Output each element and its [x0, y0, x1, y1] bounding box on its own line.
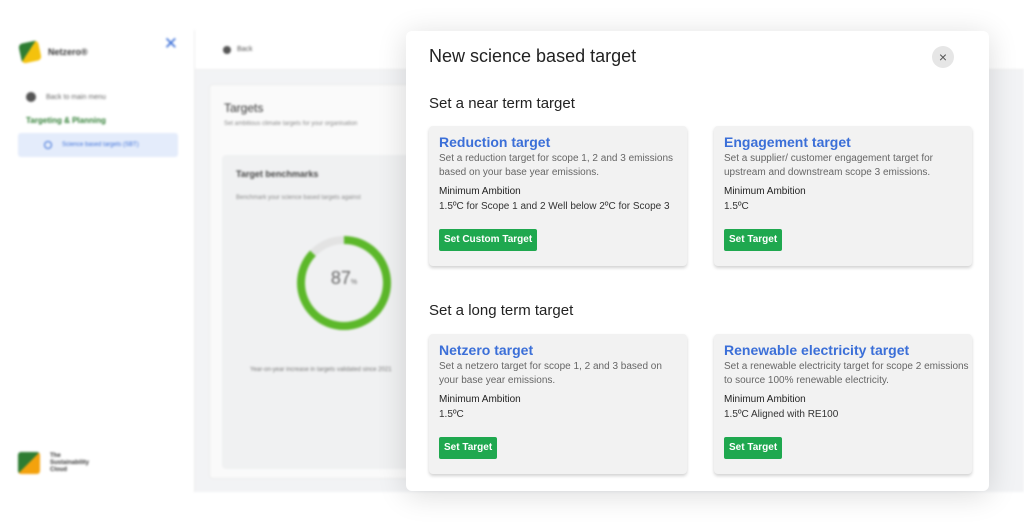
- sidebar-item-sbt[interactable]: Science based targets (SBT): [18, 133, 178, 157]
- reduction-target-description: Set a reduction target for scope 1, 2 an…: [439, 153, 674, 178]
- long-term-heading: Set a long term target: [429, 302, 574, 319]
- renewable-ambition-value: 1.5ºC Aligned with RE100: [724, 409, 839, 420]
- brand-row: Netzero®: [18, 40, 185, 64]
- set-custom-target-button[interactable]: Set Custom Target: [439, 229, 538, 251]
- benchmarks-subtitle: Benchmark your science based targets aga…: [236, 195, 361, 201]
- reduction-target-card: Reduction target Set a reduction target …: [429, 126, 687, 266]
- renewable-electricity-target-card: Renewable electricity target Set a renew…: [714, 334, 972, 474]
- benchmarks-title: Target benchmarks: [236, 169, 319, 179]
- back-to-main-menu[interactable]: Back to main menu: [26, 92, 106, 102]
- close-icon[interactable]: ×: [932, 46, 954, 68]
- sustainability-cloud-logo-icon: [18, 452, 40, 474]
- netzero-target-card: Netzero target Set a netzero target for …: [429, 334, 687, 474]
- renewable-ambition-label: Minimum Ambition: [724, 394, 806, 405]
- engagement-target-title: Engagement target: [724, 134, 851, 150]
- new-sbt-modal: New science based target × Set a near te…: [406, 31, 989, 491]
- engagement-ambition-label: Minimum Ambition: [724, 186, 806, 197]
- engagement-target-card: Engagement target Set a supplier/ custom…: [714, 126, 972, 266]
- back-icon: [26, 92, 36, 102]
- brand-name: Netzero®: [48, 47, 88, 57]
- renewable-target-description: Set a renewable electricity target for s…: [724, 361, 969, 386]
- section-label: Targeting & Planning: [26, 116, 106, 125]
- targets-subtitle: Set ambitious climate targets for your o…: [224, 121, 358, 127]
- set-engagement-target-button[interactable]: Set Target: [724, 229, 783, 251]
- renewable-target-title: Renewable electricity target: [724, 342, 910, 358]
- engagement-target-description: Set a supplier/ customer engagement targ…: [724, 153, 934, 178]
- netzero-target-description: Set a netzero target for scope 1, 2 and …: [439, 361, 662, 386]
- modal-title: New science based target: [429, 46, 637, 66]
- topbar-back-label[interactable]: Back: [237, 46, 253, 53]
- bottom-brand-text: The Sustainability Cloud: [50, 452, 90, 473]
- nav-dot-icon: [44, 141, 52, 149]
- near-term-heading: Set a near term target: [429, 95, 575, 112]
- sidebar-item-label: Science based targets (SBT): [62, 142, 139, 148]
- set-renewable-target-button[interactable]: Set Target: [724, 437, 783, 459]
- reduction-ambition-value: 1.5ºC for Scope 1 and 2 Well below 2ºC f…: [439, 201, 670, 212]
- sidebar-close-icon[interactable]: ✕: [164, 34, 178, 54]
- reduction-target-title: Reduction target: [439, 134, 551, 150]
- engagement-ambition-value: 1.5ºC: [724, 201, 749, 212]
- gauge-value: 87%: [330, 268, 358, 288]
- logo-icon: [18, 40, 42, 64]
- set-netzero-target-button[interactable]: Set Target: [439, 437, 498, 459]
- back-to-main-label: Back to main menu: [46, 93, 106, 101]
- targets-title: Targets: [224, 101, 264, 115]
- benchmarks-footnote: Year-on-year increase in targets validat…: [250, 367, 392, 373]
- netzero-ambition-value: 1.5ºC: [439, 409, 464, 420]
- netzero-target-title: Netzero target: [439, 342, 534, 358]
- topbar-back-icon[interactable]: [223, 45, 231, 54]
- reduction-ambition-label: Minimum Ambition: [439, 186, 521, 197]
- netzero-ambition-label: Minimum Ambition: [439, 394, 521, 405]
- bottom-brand: The Sustainability Cloud: [18, 452, 100, 474]
- sidebar: Netzero® ✕ Back to main menu Targeting &…: [0, 30, 195, 492]
